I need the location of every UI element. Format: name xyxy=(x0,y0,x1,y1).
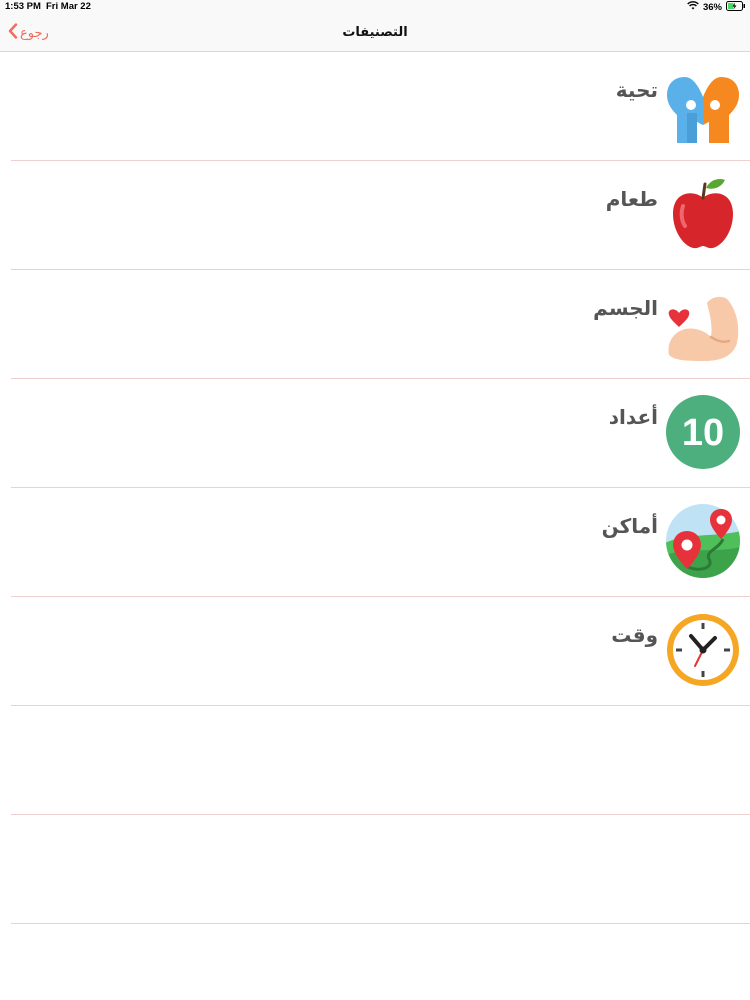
flexed-arm-heart-icon xyxy=(665,285,741,361)
map-pins-icon xyxy=(665,503,741,579)
category-row-body[interactable]: الجسم xyxy=(0,270,750,379)
category-label: وقت xyxy=(611,623,658,647)
apple-icon xyxy=(665,176,741,252)
category-label: الجسم xyxy=(593,296,658,320)
number-ten-icon: 10 xyxy=(665,394,741,470)
battery-percent: 36% xyxy=(702,1,722,13)
row-separator xyxy=(11,923,750,924)
greeting-people-heart-icon xyxy=(665,67,741,143)
status-right: 36% xyxy=(687,0,746,14)
clock-icon xyxy=(665,612,741,688)
number-ten-text: 10 xyxy=(682,412,724,454)
category-row-places[interactable]: أماكن xyxy=(0,488,750,597)
category-list: تحية طعام الجسم 10 أعداد أماكن وقت xyxy=(0,52,750,924)
category-row-time[interactable]: وقت xyxy=(0,597,750,706)
category-row-numbers[interactable]: 10 أعداد xyxy=(0,379,750,488)
category-row-food[interactable]: طعام xyxy=(0,161,750,270)
status-date: Fri Mar 22 xyxy=(46,1,91,12)
wifi-icon xyxy=(687,1,699,13)
status-time: 1:53 PM xyxy=(5,1,41,12)
empty-row xyxy=(0,815,750,924)
battery-charging-icon xyxy=(726,0,746,14)
category-label: أماكن xyxy=(601,514,658,538)
status-bar: 1:53 PM Fri Mar 22 36% xyxy=(0,0,750,14)
navigation-bar: رجوع التصنيفات xyxy=(0,14,750,52)
category-label: تحية xyxy=(615,78,658,102)
category-row-greeting[interactable]: تحية xyxy=(0,52,750,161)
category-label: طعام xyxy=(605,187,658,211)
category-label: أعداد xyxy=(608,405,658,429)
empty-row xyxy=(0,706,750,815)
page-title: التصنيفات xyxy=(342,25,408,40)
